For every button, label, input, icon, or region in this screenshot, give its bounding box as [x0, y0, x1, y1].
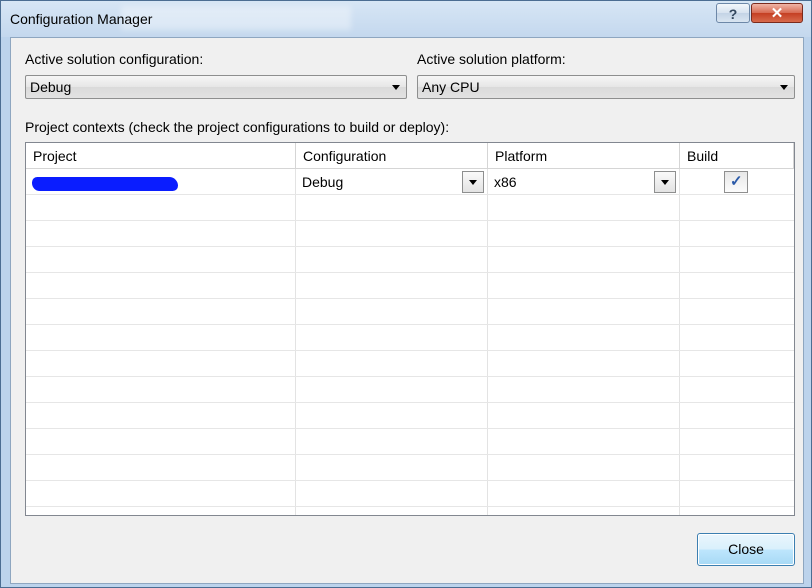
table-row	[26, 455, 794, 481]
active-configuration-combo[interactable]: Debug	[25, 75, 407, 99]
chevron-down-icon	[780, 85, 788, 90]
row-platform-dropdown[interactable]	[654, 171, 676, 193]
check-icon: ✓	[730, 173, 743, 190]
chevron-down-icon	[661, 180, 669, 185]
redacted-project-name	[32, 177, 178, 191]
titlebar-background-ghost	[121, 6, 351, 30]
table-row	[26, 325, 794, 351]
titlebar[interactable]: Configuration Manager ? ✕	[1, 1, 811, 37]
table-row	[26, 195, 794, 221]
configuration-manager-window: Configuration Manager ? ✕ Active solutio…	[0, 0, 812, 588]
project-contexts-grid: Project Configuration Platform Build Deb…	[25, 142, 795, 516]
chevron-down-icon	[392, 85, 400, 90]
project-contexts-label: Project contexts (check the project conf…	[25, 119, 450, 135]
help-button[interactable]: ?	[716, 3, 750, 23]
active-platform-label: Active solution platform:	[417, 51, 566, 67]
active-configuration-label: Active solution configuration:	[25, 51, 204, 67]
dialog-body: Active solution configuration: Debug Act…	[10, 37, 804, 584]
active-configuration-value: Debug	[30, 79, 72, 95]
table-row	[26, 351, 794, 377]
column-header-build[interactable]: Build	[680, 143, 794, 169]
table-row	[26, 273, 794, 299]
column-header-project[interactable]: Project	[26, 143, 296, 169]
table-row	[26, 429, 794, 455]
column-header-platform[interactable]: Platform	[488, 143, 680, 169]
column-header-configuration[interactable]: Configuration	[296, 143, 488, 169]
table-row	[26, 377, 794, 403]
table-row[interactable]: Debug x86 ✓	[26, 169, 794, 195]
row-configuration-value: Debug	[302, 174, 344, 190]
row-platform-value: x86	[494, 174, 517, 190]
table-row	[26, 403, 794, 429]
build-checkbox[interactable]: ✓	[724, 171, 748, 193]
active-platform-value: Any CPU	[422, 79, 480, 95]
active-platform-combo[interactable]: Any CPU	[417, 75, 795, 99]
table-row	[26, 247, 794, 273]
table-row	[26, 481, 794, 507]
table-row	[26, 221, 794, 247]
window-title: Configuration Manager	[10, 11, 153, 27]
close-window-button[interactable]: ✕	[751, 3, 803, 23]
close-button[interactable]: Close	[697, 533, 795, 566]
chevron-down-icon	[469, 180, 477, 185]
table-row	[26, 299, 794, 325]
row-configuration-dropdown[interactable]	[462, 171, 484, 193]
